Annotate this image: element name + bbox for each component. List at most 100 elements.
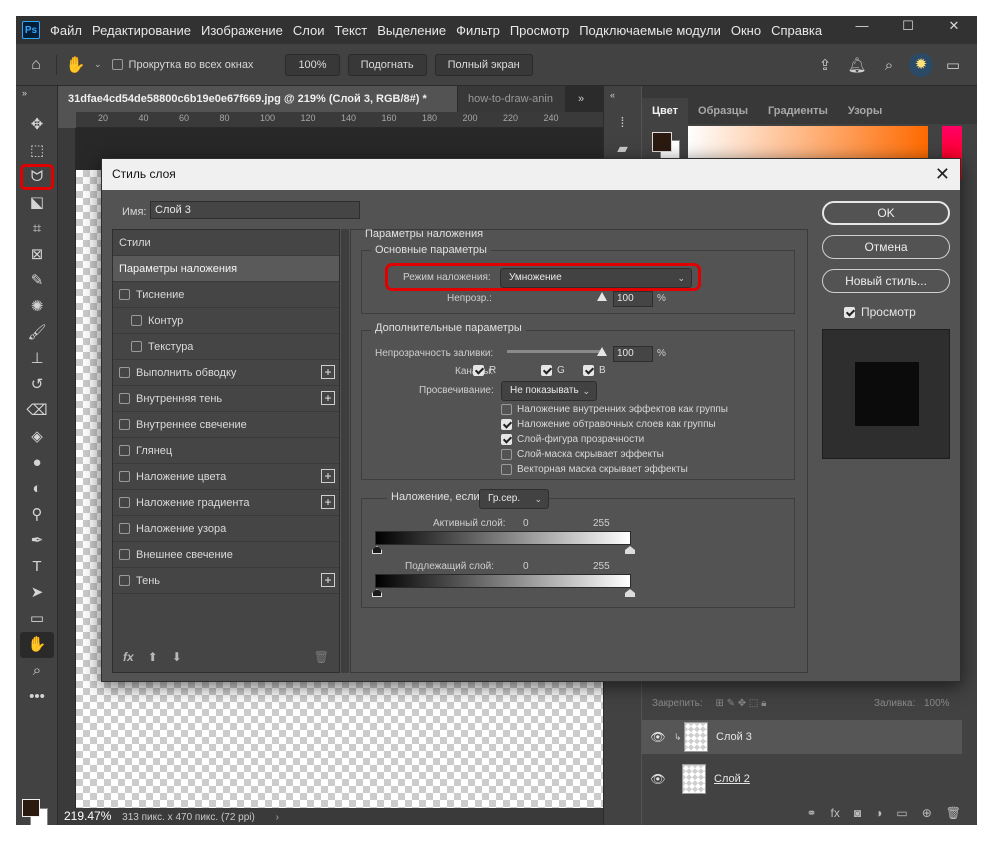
- panel-tab[interactable]: Узоры: [838, 98, 892, 124]
- menu-item[interactable]: Фильтр: [456, 23, 500, 38]
- scroll-all-windows-checkbox[interactable]: [111, 59, 123, 70]
- advanced-option[interactable]: Наложение обтравочных слоев как группы: [501, 419, 716, 430]
- fill-value[interactable]: 100%: [924, 693, 950, 715]
- eye-icon[interactable]: 👁︎: [642, 730, 674, 744]
- healing-brush-icon[interactable]: ✺: [16, 294, 58, 320]
- add-effect-icon[interactable]: +: [321, 391, 335, 405]
- more-tools-icon[interactable]: •••: [16, 684, 58, 710]
- advanced-option-checkbox[interactable]: [501, 464, 512, 475]
- cancel-button[interactable]: Отмена: [822, 235, 950, 259]
- collapse-right-icon[interactable]: «: [604, 86, 641, 100]
- add-effect-icon[interactable]: +: [321, 469, 335, 483]
- ok-button[interactable]: OK: [822, 201, 950, 225]
- home-icon[interactable]: ⌂: [16, 56, 56, 74]
- type-tool-icon[interactable]: T: [16, 554, 58, 580]
- menu-item[interactable]: Выделение: [377, 23, 446, 38]
- style-item-checkbox[interactable]: [119, 289, 130, 300]
- style-item[interactable]: Наложение цвета +: [113, 464, 339, 490]
- style-item-checkbox[interactable]: [119, 471, 130, 482]
- lasso-tool-icon[interactable]: ᗢ: [20, 164, 54, 190]
- lightbulb-icon[interactable]: ✹: [909, 53, 933, 77]
- trash-icon[interactable]: 🗑︎: [946, 806, 961, 825]
- advanced-option[interactable]: Векторная маска скрывает эффекты: [501, 464, 688, 475]
- knockout-select[interactable]: Не показывать ⌄: [501, 381, 597, 401]
- move-up-icon[interactable]: ⬆: [148, 650, 158, 664]
- advanced-option-checkbox[interactable]: [501, 449, 512, 460]
- add-effect-icon[interactable]: +: [321, 573, 335, 587]
- style-item[interactable]: Параметры наложения: [113, 256, 339, 282]
- style-item-checkbox[interactable]: [119, 367, 130, 378]
- channel-b-checkbox[interactable]: [583, 365, 594, 376]
- channel-b[interactable]: B: [583, 365, 606, 376]
- layer-row[interactable]: 👁︎ ↳ Слой 3: [642, 720, 962, 754]
- style-name-field[interactable]: Слой 3: [150, 201, 360, 219]
- style-item-checkbox[interactable]: [119, 419, 130, 430]
- zoom-tool-icon[interactable]: ⌕: [16, 658, 58, 684]
- style-item-checkbox[interactable]: [119, 523, 130, 534]
- new-style-button[interactable]: Новый стиль...: [822, 269, 950, 293]
- style-item[interactable]: Тиснение: [113, 282, 339, 308]
- preview-toggle[interactable]: Просмотр: [844, 305, 916, 319]
- folder-icon[interactable]: ▭: [896, 806, 907, 825]
- stamp-tool-icon[interactable]: ⊥: [16, 346, 58, 372]
- hand-tool-preset-icon[interactable]: ✋: [56, 54, 94, 75]
- advanced-option[interactable]: Слой-фигура прозрачности: [501, 434, 644, 445]
- color-fg-swatch[interactable]: [652, 132, 672, 152]
- workspace-icon[interactable]: ▭: [937, 56, 969, 74]
- maximize-button[interactable]: ☐: [885, 16, 931, 36]
- style-item-checkbox[interactable]: [119, 445, 130, 456]
- advanced-option-checkbox[interactable]: [501, 404, 512, 415]
- style-item-checkbox[interactable]: [131, 341, 142, 352]
- style-item[interactable]: Выполнить обводку +: [113, 360, 339, 386]
- menu-item[interactable]: Изображение: [201, 23, 283, 38]
- close-icon[interactable]: ✕: [935, 159, 950, 190]
- rectangle-tool-icon[interactable]: ▭: [16, 606, 58, 632]
- channel-r[interactable]: R: [473, 365, 496, 376]
- layer-name[interactable]: Слой 3: [716, 731, 752, 743]
- comments-icon[interactable]: ▰: [604, 140, 641, 157]
- crop-tool-icon[interactable]: ⌗: [16, 216, 58, 242]
- new-layer-icon[interactable]: ⊕: [922, 806, 932, 825]
- fill-opacity-field[interactable]: 100: [613, 346, 653, 362]
- tab-document-active[interactable]: 31dfae4cd54de58800c6b19e0e67f669.jpg @ 2…: [58, 86, 458, 112]
- styles-header[interactable]: Стили: [113, 230, 339, 256]
- menu-item[interactable]: Текст: [335, 23, 368, 38]
- add-effect-icon[interactable]: +: [321, 495, 335, 509]
- fx-menu-icon[interactable]: fx: [123, 650, 134, 664]
- blend-mode-select[interactable]: Умножение ⌄: [500, 268, 692, 288]
- pen-tool-icon[interactable]: ✒: [16, 528, 58, 554]
- advanced-option-checkbox[interactable]: [501, 434, 512, 445]
- collapse-icon[interactable]: »: [16, 86, 58, 100]
- style-item[interactable]: Наложение градиента +: [113, 490, 339, 516]
- style-item-checkbox[interactable]: [119, 393, 130, 404]
- history-brush-icon[interactable]: ↺: [16, 372, 58, 398]
- zoom-lens-icon[interactable]: ⚲: [16, 502, 58, 528]
- channel-r-checkbox[interactable]: [473, 365, 484, 376]
- advanced-option-checkbox[interactable]: [501, 419, 512, 430]
- advanced-option[interactable]: Наложение внутренних эффектов как группы: [501, 404, 728, 415]
- menu-item[interactable]: Окно: [731, 23, 761, 38]
- panel-tab[interactable]: Цвет: [642, 98, 689, 124]
- blur-tool-icon[interactable]: ●: [16, 450, 58, 476]
- chevron-down-icon[interactable]: ⌄: [94, 59, 102, 70]
- menu-item[interactable]: Файл: [50, 23, 82, 38]
- fill-opacity-knob[interactable]: [597, 347, 607, 356]
- move-tool-icon[interactable]: ✥: [16, 112, 58, 138]
- adjustment-icon[interactable]: ◑: [875, 806, 882, 825]
- style-item[interactable]: Внешнее свечение: [113, 542, 339, 568]
- opacity-field[interactable]: 100: [613, 291, 653, 307]
- advanced-option[interactable]: Слой-маска скрывает эффекты: [501, 449, 664, 460]
- style-item[interactable]: Внутренняя тень +: [113, 386, 339, 412]
- eye-icon[interactable]: 👁︎: [642, 772, 674, 786]
- opacity-slider-knob[interactable]: [597, 292, 607, 301]
- properties-icon[interactable]: ⁞: [604, 114, 641, 130]
- paint-bucket-icon[interactable]: ◈: [16, 424, 58, 450]
- style-item[interactable]: Наложение узора: [113, 516, 339, 542]
- minimize-button[interactable]: —: [839, 16, 885, 36]
- menu-item[interactable]: Подключаемые модули: [579, 23, 721, 38]
- marquee-tool-icon[interactable]: ⬚: [16, 138, 58, 164]
- tab-document-2[interactable]: how-to-draw-anin: [458, 86, 566, 112]
- style-item[interactable]: Контур: [113, 308, 339, 334]
- menu-item[interactable]: Редактирование: [92, 23, 191, 38]
- panel-tab[interactable]: Образцы: [688, 98, 758, 124]
